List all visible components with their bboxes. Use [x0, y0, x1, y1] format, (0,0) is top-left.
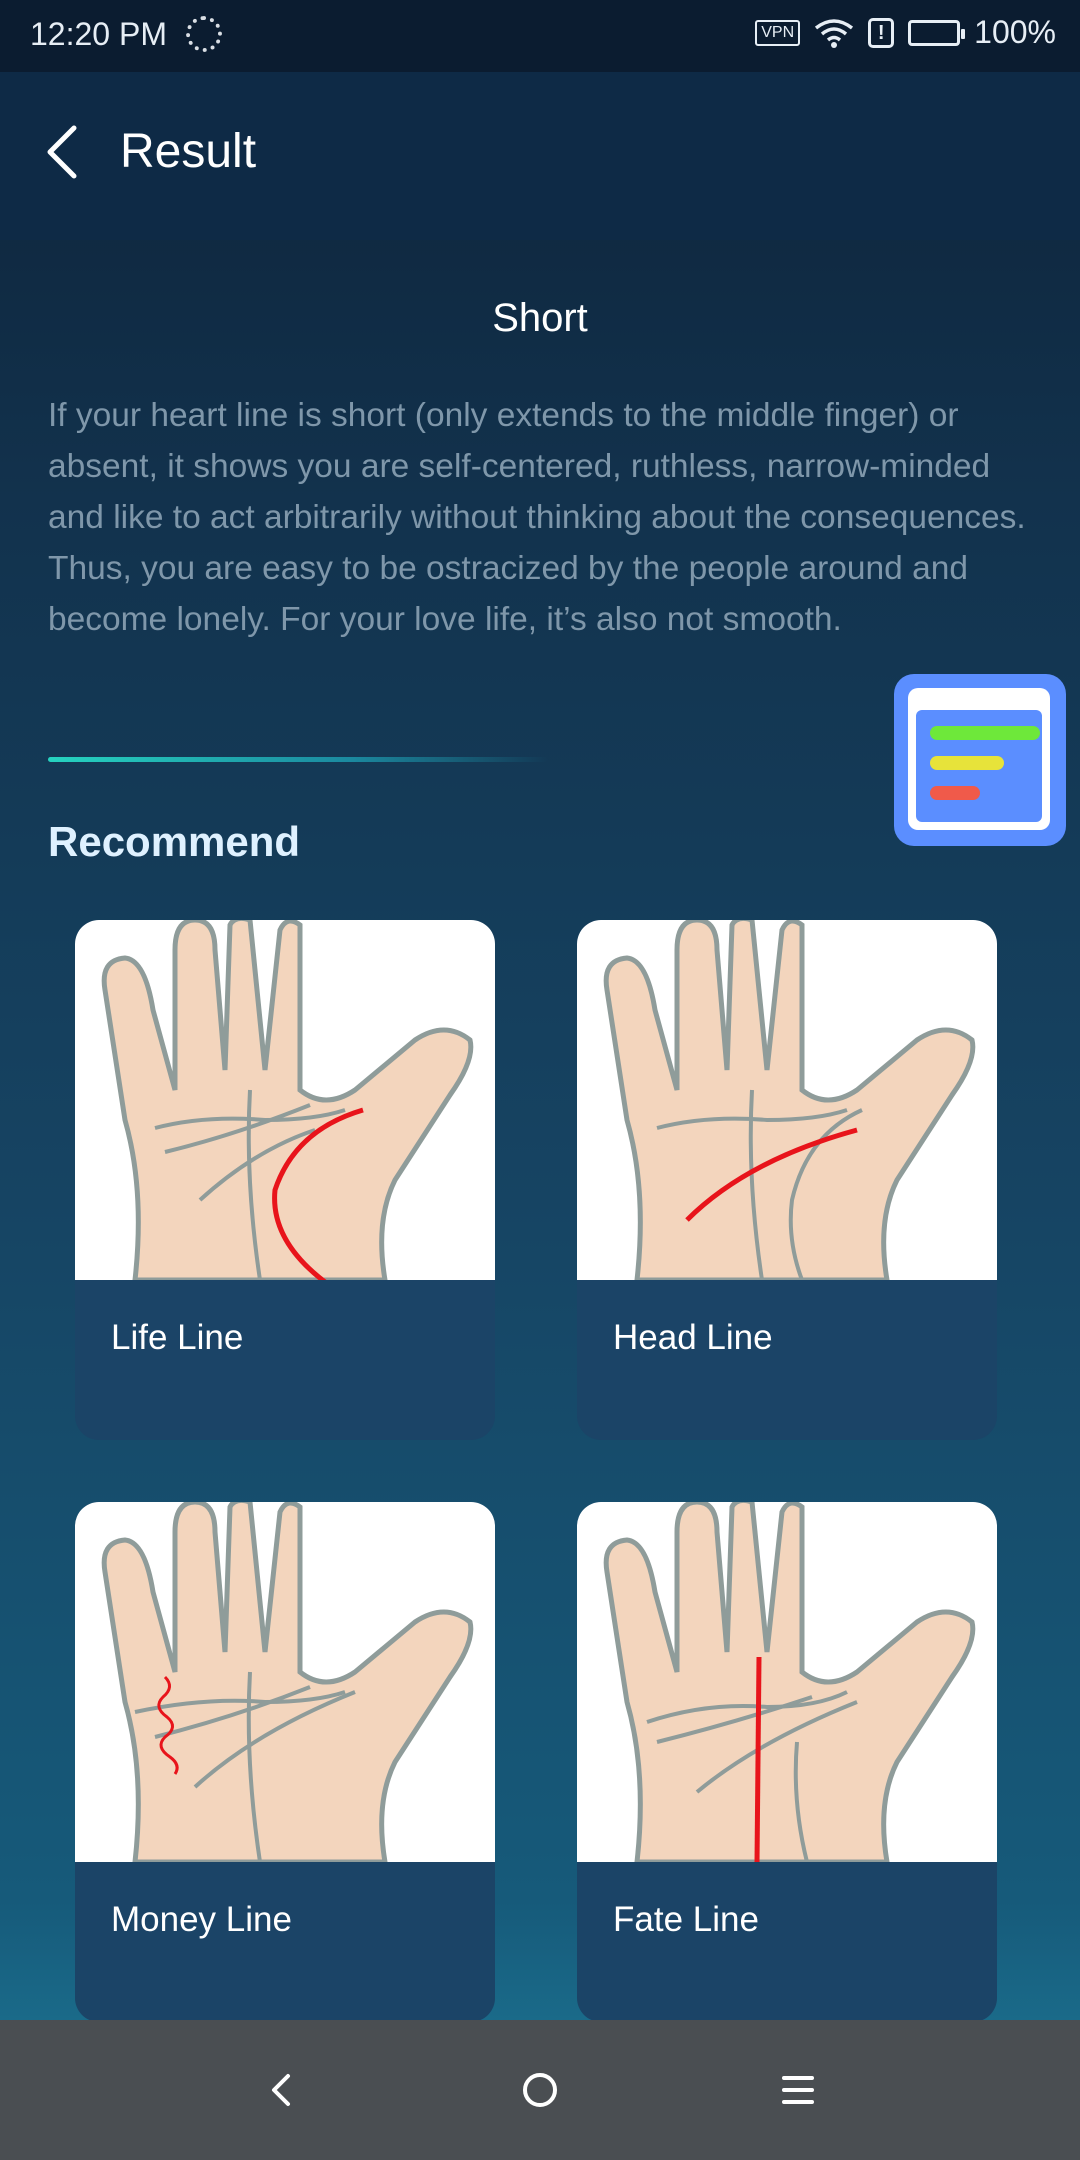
palm-money-line-image: [75, 1502, 495, 1865]
alert-icon: !: [868, 17, 895, 48]
nav-menu-icon: [782, 2076, 814, 2104]
nav-back-button[interactable]: [252, 2060, 312, 2120]
palm-fate-line-image: [577, 1502, 997, 1865]
report-bar-red: [930, 786, 980, 800]
recommend-card-life-line[interactable]: Life Line: [75, 920, 495, 1440]
report-bar-yellow: [930, 756, 1004, 770]
card-label: Life Line: [111, 1318, 244, 1357]
status-time: 12:20 PM: [30, 16, 167, 52]
system-nav-bar: [0, 2020, 1080, 2160]
result-heading: Short: [492, 296, 588, 340]
result-content: Short If your heart line is short (only …: [0, 240, 1080, 2022]
status-icons: VPN ! 100%: [755, 14, 1056, 51]
sync-icon: [186, 16, 222, 52]
battery-percent: 100%: [974, 14, 1056, 50]
recommend-card-money-line[interactable]: Money Line: [75, 1502, 495, 2022]
section-divider: [48, 757, 548, 762]
card-label: Head Line: [613, 1318, 773, 1357]
wifi-icon: [815, 18, 854, 48]
report-bar-green: [930, 726, 1040, 740]
battery-icon: [908, 19, 966, 46]
recommend-card-fate-line[interactable]: Fate Line: [577, 1502, 997, 2022]
palm-head-line-image: [577, 920, 997, 1283]
app-bar: Result: [0, 72, 1080, 240]
floating-report-button[interactable]: [894, 674, 1066, 846]
page-title: Result: [120, 125, 257, 178]
result-description: If your heart line is short (only extend…: [48, 397, 1026, 638]
nav-home-icon: [523, 2073, 557, 2107]
report-list-icon: [908, 688, 1050, 830]
card-label: Money Line: [111, 1900, 292, 1939]
recommend-card-head-line[interactable]: Head Line: [577, 920, 997, 1440]
back-button[interactable]: [36, 122, 96, 182]
status-bar: 12:20 PM VPN ! 100%: [0, 0, 1080, 72]
nav-menu-button[interactable]: [768, 2060, 828, 2120]
chevron-left-icon: [47, 125, 77, 179]
vpn-icon: VPN: [755, 19, 801, 46]
palm-life-line-image: [75, 920, 495, 1284]
recommend-title: Recommend: [48, 818, 301, 865]
app-root: 12:20 PM VPN ! 100% Result Short If your…: [0, 0, 1080, 2160]
card-label: Fate Line: [613, 1900, 759, 1939]
nav-home-button[interactable]: [510, 2060, 570, 2120]
nav-back-icon: [272, 2074, 290, 2106]
